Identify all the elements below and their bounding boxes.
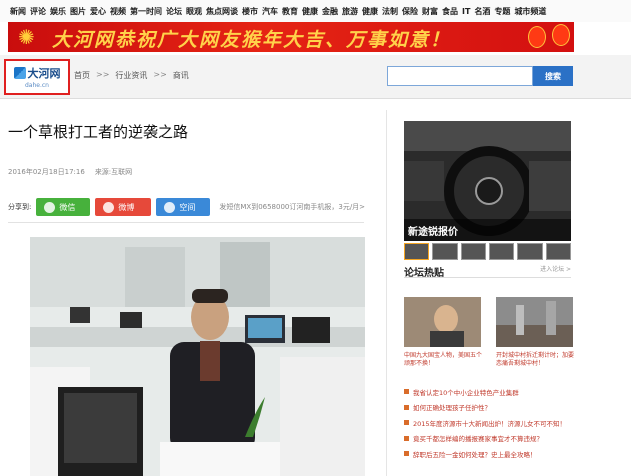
top-nav-item[interactable]: 视频 (110, 6, 126, 17)
bullet-icon (404, 404, 409, 410)
bullet-icon (404, 420, 409, 426)
logo-sub: dahe.cn (25, 82, 49, 89)
article-photo (30, 237, 365, 476)
divider (8, 222, 364, 223)
share-weibo-label: 微博 (118, 202, 135, 212)
forum-list: 我省认定10个中小企业特色产业集群 如何正确处理孩子任护性？ 2015年度济源市… (404, 384, 574, 462)
list-item-text: 辞职后五险一金如何处理？史上最全攻略！ (413, 450, 537, 459)
top-nav: 新闻 评论 娱乐 图片 爱心 视频 第一时间 论坛 眼观 焦点网谈 楼市 汽车 教育 健康 金融 旅游 健康 法制… (0, 0, 631, 22)
top-nav-item[interactable]: 名酒 (474, 6, 490, 17)
top-nav-item[interactable]: 旅游 (342, 6, 358, 17)
list-item-text: 2015年度济源市十大新闻出炉！济源儿女不可不知！ (413, 419, 567, 428)
top-nav-item[interactable]: 爱心 (90, 6, 106, 17)
breadcrumb-news[interactable]: 商讯 (173, 70, 189, 81)
list-item[interactable]: 我省认定10个中小企业特色产业集群 (404, 384, 574, 400)
firework-icon: ✺ (18, 25, 35, 49)
article-title: 一个草根打工者的逆袭之路 (8, 123, 189, 141)
top-nav-item[interactable]: 法制 (382, 6, 398, 17)
site-logo[interactable]: 大河网 dahe.cn (4, 59, 70, 95)
car-thumbnail[interactable] (517, 243, 543, 260)
top-nav-item[interactable]: 保险 (402, 6, 418, 17)
top-nav-item[interactable]: 新闻 (10, 6, 26, 17)
top-nav-item[interactable]: 财富 (422, 6, 438, 17)
breadcrumb-industry[interactable]: 行业资讯 (115, 70, 147, 81)
forum-header: 论坛热贴 进入论坛 > (404, 264, 571, 279)
car-caption: 新途锐报价 (404, 219, 571, 241)
share-qzone-button[interactable]: 空间 (156, 198, 211, 216)
top-nav-item[interactable]: 健康 (302, 6, 318, 17)
share-wechat-label: 微信 (59, 202, 76, 212)
wechat-icon (44, 201, 56, 213)
top-nav-item[interactable]: 第一时间 (130, 6, 162, 17)
article-meta: 2016年02月18日17:16 来源:互联网 (8, 167, 132, 177)
weibo-icon (103, 201, 115, 213)
top-nav-item[interactable]: 教育 (282, 6, 298, 17)
list-item-text: 我省认定10个中小企业特色产业集群 (413, 388, 519, 397)
car-thumbnail[interactable] (460, 243, 486, 260)
forum-image-city[interactable] (496, 297, 573, 347)
top-nav-item[interactable]: 食品 (442, 6, 458, 17)
top-nav-item[interactable]: IT (462, 7, 470, 16)
bullet-icon (404, 389, 409, 395)
breadcrumb-sep: >> (96, 70, 110, 79)
logo-mark-icon (13, 67, 26, 79)
list-item[interactable]: 辞职后五险一金如何处理？史上最全攻略！ (404, 446, 574, 462)
car-thumbnail[interactable] (545, 243, 571, 260)
forum-more-link[interactable]: 进入论坛 > (540, 264, 571, 273)
car-thumbnail[interactable] (488, 243, 515, 260)
logo-name: 大河网 (27, 67, 61, 80)
sms-note[interactable]: 发短信MX到0658000订河南手机报，3元/月> (219, 202, 365, 212)
article-date: 2016年02月18日17:16 (8, 168, 85, 176)
top-nav-item[interactable]: 汽车 (262, 6, 278, 17)
breadcrumb-sep: >> (153, 70, 167, 79)
car-promo[interactable]: 新途锐报价 (404, 121, 571, 241)
bullet-icon (404, 451, 409, 457)
forum-image-caption[interactable]: 中国九大国宝人物，美国五个顽那不换！ (404, 352, 484, 368)
top-nav-item[interactable]: 娱乐 (50, 6, 66, 17)
share-bar: 分享到: 微信 微博 空间 发短信MX到0658000订河南手机报，3元/月> (8, 198, 365, 216)
office-worker-photo (30, 237, 365, 476)
qzone-star-icon (164, 201, 176, 213)
list-item[interactable]: 2015年度济源市十大新闻出炉！济源儿女不可不知！ (404, 415, 574, 431)
forum-title: 论坛热贴 (404, 268, 444, 279)
share-label: 分享到: (8, 203, 32, 211)
list-item-text: 竟买千都怎样编的播报赛家事宜才不算违规？ (413, 435, 543, 444)
top-nav-item[interactable]: 图片 (70, 6, 86, 17)
top-nav-item[interactable]: 健康 (362, 6, 378, 17)
lantern-icon (552, 24, 570, 46)
search-button[interactable]: 搜索 (533, 66, 573, 86)
car-thumbnail[interactable] (432, 243, 458, 260)
top-nav-item[interactable]: 楼市 (242, 6, 258, 17)
list-item[interactable]: 如何正确处理孩子任护性？ (404, 400, 574, 416)
search-input[interactable] (387, 66, 533, 86)
forum-image-caption[interactable]: 开封城中村拆迁剩计时；加要恋痛吾剩城中村！ (496, 352, 574, 368)
share-weibo-button[interactable]: 微博 (95, 198, 152, 216)
breadcrumb-home[interactable]: 首页 (74, 70, 90, 81)
forum-image-person[interactable] (404, 297, 481, 347)
list-item[interactable]: 竟买千都怎样编的播报赛家事宜才不算违规？ (404, 431, 574, 447)
top-nav-item[interactable]: 城市频道 (514, 6, 546, 17)
car-thumbnails (404, 243, 571, 260)
new-year-banner[interactable]: ✺ 大河网恭祝广大网友猴年大吉、万事如意！ (8, 22, 574, 52)
car-thumbnail[interactable] (404, 243, 430, 260)
top-nav-item[interactable]: 专题 (494, 6, 510, 17)
top-nav-item[interactable]: 眼观 (186, 6, 202, 17)
bullet-icon (404, 435, 409, 441)
banner-text: 大河网恭祝广大网友猴年大吉、万事如意！ (52, 29, 452, 51)
list-item-text: 如何正确处理孩子任护性？ (413, 404, 491, 413)
top-nav-item[interactable]: 评论 (30, 6, 46, 17)
share-wechat-button[interactable]: 微信 (36, 198, 91, 216)
breadcrumb: 首页 >> 行业资讯 >> 商讯 (74, 70, 189, 81)
top-nav-item[interactable]: 金融 (322, 6, 338, 17)
lantern-icon (528, 26, 546, 48)
share-qzone-label: 空间 (179, 202, 196, 212)
article-source: 来源:互联网 (94, 168, 133, 176)
top-nav-item[interactable]: 焦点网谈 (206, 6, 238, 17)
top-nav-item[interactable]: 论坛 (166, 6, 182, 17)
sidebar-divider (386, 110, 387, 476)
